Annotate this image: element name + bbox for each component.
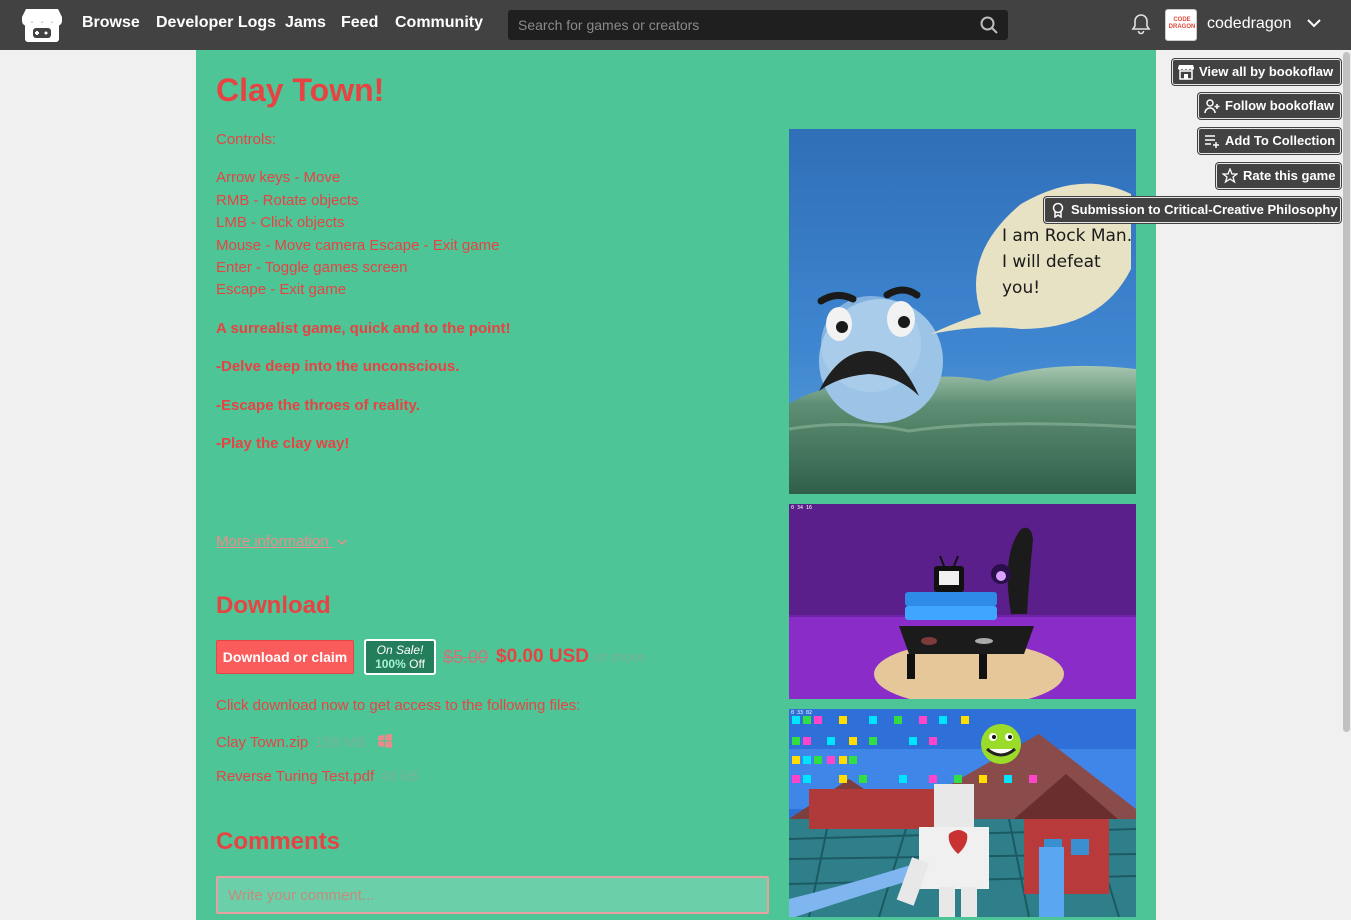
speech-line: I will defeat [1002, 252, 1101, 272]
search-bar [508, 10, 1008, 40]
speech-line: you! [1002, 278, 1040, 298]
bell-icon[interactable] [1131, 13, 1151, 35]
view-all-by-author-button[interactable]: View all by bookoflaw [1172, 59, 1341, 85]
file-name: Clay Town.zip [216, 734, 309, 751]
windows-icon [378, 734, 393, 748]
screenshot-clay-town[interactable]: 0 33 02 [789, 709, 1136, 917]
username[interactable]: codedragon [1207, 15, 1292, 33]
price-or-more: or more [594, 649, 646, 666]
scrollbar-thumb[interactable] [1343, 52, 1350, 732]
jam-submission-label: Submission to Critical-Creative Philosop… [1071, 202, 1338, 217]
award-icon [1052, 202, 1064, 218]
file-size: 48 kB [380, 768, 419, 785]
feature-bullet: -Delve deep into the unconscious. [216, 358, 460, 375]
sale-off: Off [409, 657, 425, 671]
store-icon [1178, 65, 1194, 80]
hud-timer: 0 34 16 [791, 505, 812, 511]
chevron-down-icon[interactable] [1306, 17, 1322, 29]
download-heading: Download [216, 592, 331, 619]
game-title: Clay Town! [216, 72, 385, 108]
nav-feed[interactable]: Feed [341, 14, 378, 32]
chevron-down-icon [337, 539, 347, 546]
star-icon [1222, 168, 1238, 184]
avatar[interactable]: CODE DRAGON [1165, 9, 1197, 41]
add-to-collection-label: Add To Collection [1225, 133, 1336, 148]
comment-input[interactable] [216, 876, 769, 914]
user-plus-icon [1204, 99, 1220, 114]
screenshot-rock-man[interactable]: I am Rock Man. I will defeat you! [789, 129, 1136, 494]
file-size: 158 MB [314, 734, 366, 751]
avatar-text: CODE DRAGON [1168, 17, 1196, 30]
collection-add-icon [1205, 135, 1219, 148]
file-row: Reverse Turing Test.pdf 48 kB [216, 768, 419, 785]
nav-browse[interactable]: Browse [82, 14, 140, 32]
sale-discount: 100% Off [366, 657, 434, 671]
sale-price: $0.00 USD [496, 646, 589, 667]
sale-badge: On Sale! 100% Off [364, 639, 436, 675]
top-header: Browse Developer Logs Jams Feed Communit… [0, 0, 1351, 50]
nav-developer-logs[interactable]: Developer Logs [156, 14, 276, 32]
comments-heading: Comments [216, 828, 341, 855]
follow-label: Follow bookoflaw [1225, 98, 1335, 113]
control-line: Arrow keys - Move [216, 169, 341, 186]
more-information-link[interactable]: More information [216, 533, 347, 550]
speech-line: I am Rock Man. [1002, 226, 1132, 246]
tagline: A surrealist game, quick and to the poin… [216, 320, 511, 337]
hud-timer: 0 33 02 [791, 710, 812, 716]
screenshot-purple-room[interactable]: 0 34 16 [789, 504, 1136, 699]
add-to-collection-button[interactable]: Add To Collection [1198, 128, 1341, 154]
jam-submission-button[interactable]: Submission to Critical-Creative Philosop… [1044, 197, 1341, 223]
search-icon[interactable] [980, 16, 998, 34]
follow-author-button[interactable]: Follow bookoflaw [1198, 93, 1341, 119]
file-row: Clay Town.zip 158 MB [216, 734, 393, 751]
search-input[interactable] [508, 10, 968, 40]
files-intro: Click download now to get access to the … [216, 697, 581, 714]
feature-bullet: -Escape the throes of reality. [216, 397, 420, 414]
view-all-label: View all by bookoflaw [1199, 64, 1334, 79]
original-price: $5.00 [443, 647, 489, 667]
control-line: Mouse - Move camera Escape - Exit game [216, 237, 500, 254]
page-scrollbar[interactable] [1342, 50, 1351, 920]
download-or-claim-button[interactable]: Download or claim [216, 640, 354, 674]
itch-logo-icon[interactable] [22, 7, 62, 43]
game-page: Clay Town! Controls: Arrow keys - Move R… [196, 50, 1156, 920]
nav-jams[interactable]: Jams [285, 14, 326, 32]
control-line: Enter - Toggle games screen [216, 259, 408, 276]
controls-heading: Controls: [216, 131, 277, 148]
rate-game-button[interactable]: Rate this game [1216, 163, 1341, 189]
file-name: Reverse Turing Test.pdf [216, 768, 375, 785]
sale-percent: 100% [375, 657, 406, 671]
control-line: Escape - Exit game [216, 281, 347, 298]
rate-game-label: Rate this game [1243, 168, 1336, 183]
more-information-label: More information [216, 533, 329, 550]
control-line: RMB - Rotate objects [216, 192, 359, 209]
sale-label: On Sale! [376, 643, 424, 657]
nav-community[interactable]: Community [395, 14, 483, 32]
control-line: LMB - Click objects [216, 214, 345, 231]
feature-bullet: -Play the clay way! [216, 435, 350, 452]
